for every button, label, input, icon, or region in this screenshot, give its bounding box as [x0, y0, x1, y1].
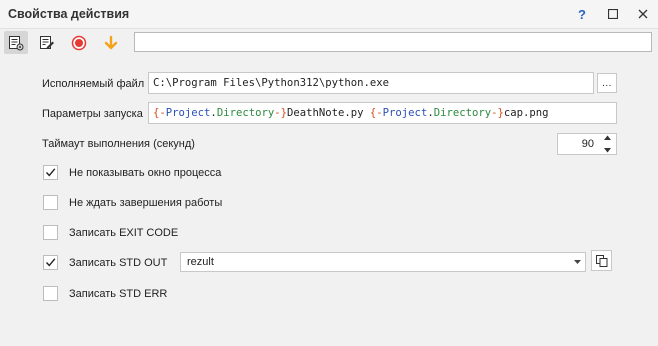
- toolbar-search-input[interactable]: [134, 32, 652, 52]
- variable-namespace: Project: [382, 107, 428, 119]
- std-out-variable-select[interactable]: rezult: [180, 252, 586, 272]
- chevron-up-icon[interactable]: [603, 135, 611, 140]
- copy-icon: [595, 254, 607, 267]
- record-button[interactable]: [67, 31, 91, 54]
- variable-close-bracket: -}: [491, 107, 504, 119]
- variable-property: Directory: [433, 107, 492, 119]
- exec-file-input[interactable]: C:\Program Files\Python312\python.exe: [148, 72, 594, 94]
- variable-open-bracket: {-: [153, 107, 166, 119]
- stepper-arrows[interactable]: [600, 135, 614, 153]
- param-text: DeathNote.py: [286, 107, 370, 119]
- browse-button[interactable]: ...: [597, 73, 617, 93]
- variable-namespace: Project: [165, 107, 211, 119]
- help-button[interactable]: ?: [572, 4, 592, 24]
- edit-note-icon: [40, 35, 54, 49]
- maximize-icon: [608, 9, 618, 19]
- exit-code-checkbox[interactable]: [43, 225, 58, 240]
- properties-tab-button[interactable]: [4, 31, 28, 54]
- chevron-down-icon[interactable]: [574, 260, 581, 264]
- close-icon: [638, 9, 648, 19]
- exec-file-label: Исполняемый файл: [42, 78, 145, 90]
- launch-params-label: Параметры запуска: [42, 108, 143, 120]
- no-wait-checkbox[interactable]: [43, 195, 58, 210]
- hide-window-label: Не показывать окно процесса: [69, 167, 222, 179]
- variable-property: Directory: [216, 107, 275, 119]
- timeout-value: 90: [581, 138, 594, 150]
- exit-code-label: Записать EXIT CODE: [69, 227, 179, 239]
- download-arrow-icon: [104, 35, 118, 49]
- std-out-checkbox[interactable]: [43, 255, 58, 270]
- launch-params-input[interactable]: {-Project.Directory-}DeathNote.py {-Proj…: [148, 102, 617, 124]
- checkmark-icon: [45, 168, 56, 177]
- std-out-label: Записать STD OUT: [69, 257, 168, 269]
- no-wait-label: Не ждать завершения работы: [69, 197, 223, 209]
- ellipsis-icon: ...: [602, 77, 612, 89]
- toolbar: [0, 30, 658, 55]
- chevron-down-icon[interactable]: [603, 148, 611, 153]
- download-button[interactable]: [99, 31, 123, 54]
- record-icon: [71, 35, 87, 50]
- copy-variable-button[interactable]: [591, 250, 612, 271]
- title-bar: Свойства действия ?: [0, 0, 658, 29]
- std-out-variable-value: rezult: [187, 256, 214, 268]
- checkmark-icon: [45, 258, 56, 267]
- std-err-label: Записать STD ERR: [69, 288, 168, 300]
- hide-window-checkbox[interactable]: [43, 165, 58, 180]
- notes-button[interactable]: [35, 31, 59, 54]
- variable-close-bracket: -}: [274, 107, 287, 119]
- window-title: Свойства действия: [8, 7, 130, 21]
- param-text: cap.png: [503, 107, 549, 119]
- timeout-label: Таймаут выполнения (секунд): [42, 138, 195, 150]
- std-err-checkbox[interactable]: [43, 286, 58, 301]
- properties-icon: [9, 35, 24, 50]
- maximize-button[interactable]: [603, 4, 623, 24]
- close-button[interactable]: [633, 4, 653, 24]
- variable-open-bracket: {-: [369, 107, 383, 119]
- timeout-stepper[interactable]: 90: [557, 133, 617, 155]
- help-icon: ?: [578, 6, 586, 22]
